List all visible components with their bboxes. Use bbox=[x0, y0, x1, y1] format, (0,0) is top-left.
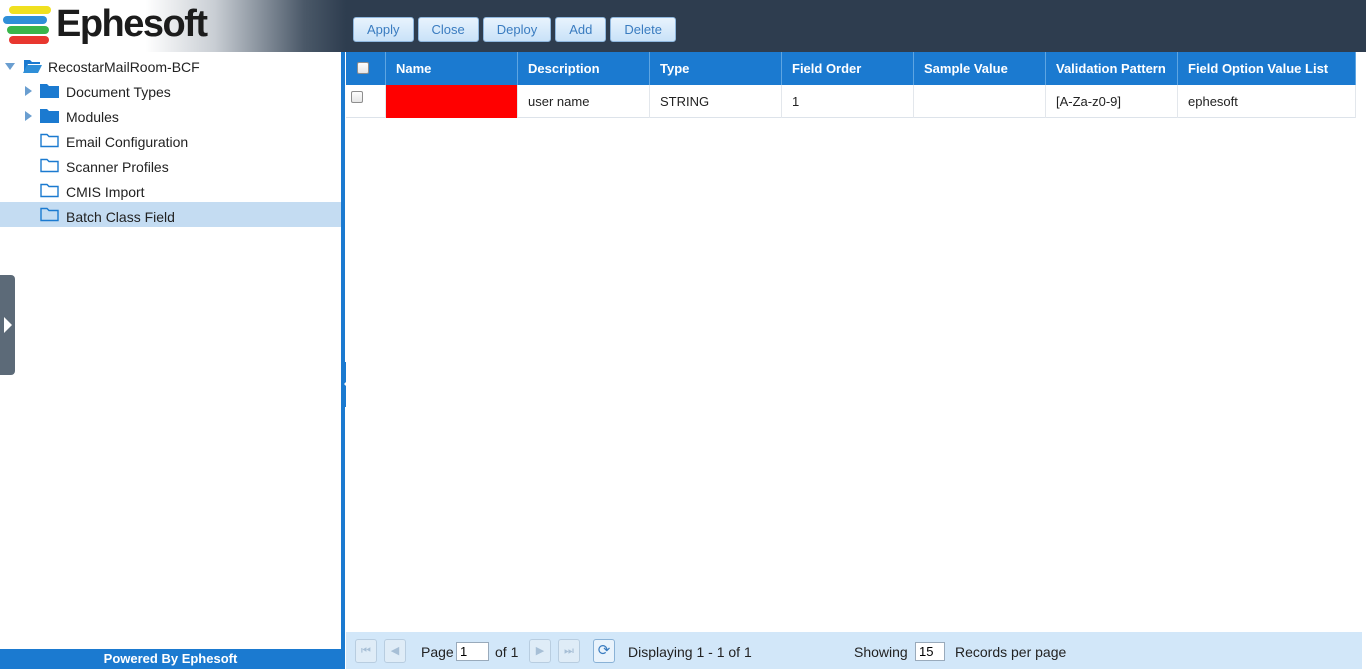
folder-outline-icon bbox=[40, 158, 59, 173]
folder-icon bbox=[40, 109, 59, 123]
fields-grid: Name Description Type Field Order Sample… bbox=[346, 52, 1366, 632]
description-cell[interactable]: user name bbox=[518, 85, 650, 118]
chevron-down-icon[interactable] bbox=[5, 63, 15, 70]
logo-text: Ephesoft bbox=[56, 3, 208, 45]
folder-outline-icon bbox=[40, 133, 59, 148]
pagination-bar: ⏮ ◀ Page of 1 ▶ ⏭ ⟳ Displaying 1 - 1 of … bbox=[346, 632, 1362, 669]
app-window: Ephesoft Apply Close Deploy Add Delete R… bbox=[0, 0, 1366, 669]
column-header-field-order[interactable]: Field Order bbox=[782, 52, 914, 85]
apply-button[interactable]: Apply bbox=[353, 17, 414, 42]
folder-open-icon bbox=[23, 60, 42, 73]
navigation-tree: RecostarMailRoom-BCF Document Types Modu… bbox=[0, 52, 341, 669]
records-per-page-input[interactable] bbox=[915, 642, 945, 661]
column-header-sample-value[interactable]: Sample Value bbox=[914, 52, 1046, 85]
tree-item-cmis-import[interactable]: CMIS Import bbox=[0, 179, 341, 204]
header-bar: Ephesoft Apply Close Deploy Add Delete bbox=[0, 0, 1366, 52]
tree-item-label: CMIS Import bbox=[66, 184, 145, 200]
refresh-icon[interactable]: ⟳ bbox=[593, 639, 615, 663]
records-per-page-label: Records per page bbox=[955, 644, 1067, 660]
page-number-input[interactable] bbox=[456, 642, 489, 661]
logo-icon bbox=[3, 6, 51, 48]
grid-header: Name Description Type Field Order Sample… bbox=[346, 52, 1356, 85]
add-button[interactable]: Add bbox=[555, 17, 607, 42]
folder-outline-icon bbox=[40, 183, 59, 198]
tree-item-batch-class-field[interactable]: Batch Class Field bbox=[0, 202, 341, 227]
sample-value-cell[interactable] bbox=[914, 85, 1046, 118]
name-cell-redacted[interactable] bbox=[386, 85, 518, 118]
table-row[interactable]: user name STRING 1 [A-Za-z0-9] ephesoft bbox=[346, 85, 1356, 118]
select-all-cell bbox=[346, 52, 386, 85]
logo: Ephesoft bbox=[0, 0, 346, 52]
select-all-checkbox[interactable] bbox=[357, 62, 369, 74]
tree-root[interactable]: RecostarMailRoom-BCF bbox=[0, 54, 341, 79]
toolbar: Apply Close Deploy Add Delete bbox=[353, 17, 676, 42]
chevron-right-icon bbox=[4, 317, 12, 333]
displaying-label: Displaying 1 - 1 of 1 bbox=[628, 644, 752, 660]
type-cell[interactable]: STRING bbox=[650, 85, 782, 118]
page-label: Page bbox=[421, 644, 454, 660]
column-header-field-option-value-list[interactable]: Field Option Value List bbox=[1178, 52, 1356, 85]
deploy-button[interactable]: Deploy bbox=[482, 17, 552, 42]
chevron-right-icon[interactable] bbox=[25, 111, 32, 121]
first-page-icon[interactable]: ⏮ bbox=[355, 639, 377, 663]
validation-pattern-cell[interactable]: [A-Za-z0-9] bbox=[1046, 85, 1178, 118]
expand-side-panel-tab[interactable] bbox=[0, 275, 15, 375]
showing-label: Showing bbox=[854, 644, 908, 660]
panel-divider[interactable] bbox=[341, 52, 345, 669]
tree-item-label: Document Types bbox=[66, 84, 171, 100]
column-header-name[interactable]: Name bbox=[386, 52, 518, 85]
close-button[interactable]: Close bbox=[417, 17, 479, 42]
tree-item-label: Modules bbox=[66, 109, 119, 125]
column-header-validation-pattern[interactable]: Validation Pattern bbox=[1046, 52, 1178, 85]
tree-item-label: Batch Class Field bbox=[66, 209, 175, 225]
tree-root-label: RecostarMailRoom-BCF bbox=[48, 59, 200, 75]
chevron-right-icon[interactable] bbox=[25, 86, 32, 96]
page-of-label: of 1 bbox=[495, 644, 519, 660]
previous-page-icon[interactable]: ◀ bbox=[384, 639, 406, 663]
tree-item-document-types[interactable]: Document Types bbox=[0, 79, 341, 104]
folder-icon bbox=[40, 84, 59, 98]
tree-item-email-configuration[interactable]: Email Configuration bbox=[0, 129, 341, 154]
next-page-icon[interactable]: ▶ bbox=[529, 639, 551, 663]
column-header-description[interactable]: Description bbox=[518, 52, 650, 85]
tree-item-label: Scanner Profiles bbox=[66, 159, 169, 175]
tree-item-modules[interactable]: Modules bbox=[0, 104, 341, 129]
field-order-cell[interactable]: 1 bbox=[782, 85, 914, 118]
powered-by-footer: Powered By Ephesoft bbox=[0, 649, 341, 669]
field-option-value-list-cell[interactable]: ephesoft bbox=[1178, 85, 1356, 118]
row-select-cell bbox=[346, 85, 386, 118]
tree-item-scanner-profiles[interactable]: Scanner Profiles bbox=[0, 154, 341, 179]
tree-item-label: Email Configuration bbox=[66, 134, 189, 150]
last-page-icon[interactable]: ⏭ bbox=[558, 639, 580, 663]
folder-outline-icon bbox=[40, 207, 59, 222]
column-header-type[interactable]: Type bbox=[650, 52, 782, 85]
row-checkbox[interactable] bbox=[351, 91, 363, 103]
delete-button[interactable]: Delete bbox=[610, 17, 676, 42]
